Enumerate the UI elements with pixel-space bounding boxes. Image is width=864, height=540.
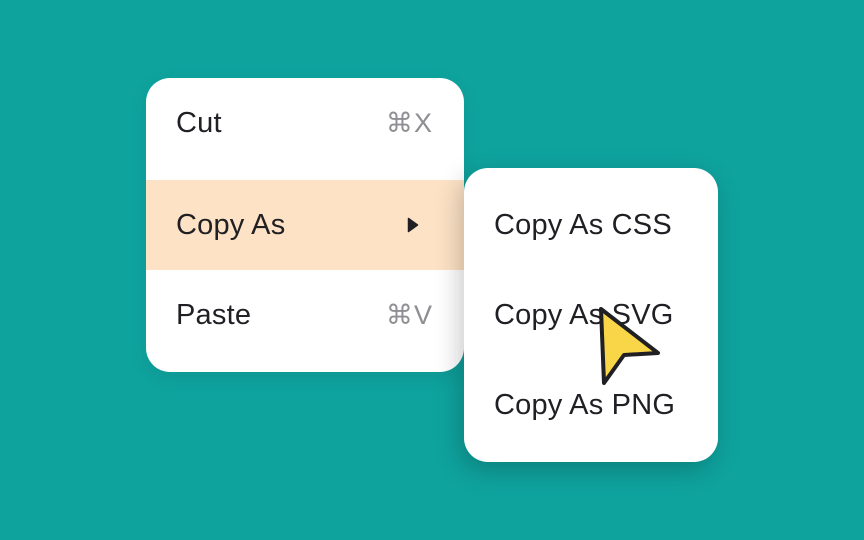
submenu-item-copy-as-css[interactable]: Copy As CSS — [464, 180, 718, 270]
submenu-item-copy-as-png[interactable]: Copy As PNG — [464, 360, 718, 450]
keyboard-shortcut: ⌘X — [385, 107, 433, 138]
menu-item-paste[interactable]: Paste ⌘V — [146, 270, 464, 360]
menu-item-label: Copy As — [176, 208, 286, 241]
submenu-item-label: Copy As CSS — [494, 208, 672, 241]
chevron-right-icon — [407, 217, 419, 233]
menu-item-copy-as[interactable]: Copy As — [146, 180, 464, 270]
keyboard-shortcut: ⌘V — [385, 299, 433, 330]
submenu-item-label: Copy As PNG — [494, 388, 676, 421]
submenu-item-copy-as-svg[interactable]: Copy As SVG — [464, 270, 718, 360]
menu-item-cut[interactable]: Cut ⌘X — [146, 78, 464, 168]
menu-item-label: Paste — [176, 298, 252, 331]
menu-item-label: Cut — [176, 106, 222, 139]
copy-as-submenu: Copy As CSS Copy As SVG Copy As PNG — [464, 168, 718, 462]
submenu-item-label: Copy As SVG — [494, 298, 674, 331]
context-menu: Cut ⌘X Copy As Paste ⌘V — [146, 78, 464, 372]
